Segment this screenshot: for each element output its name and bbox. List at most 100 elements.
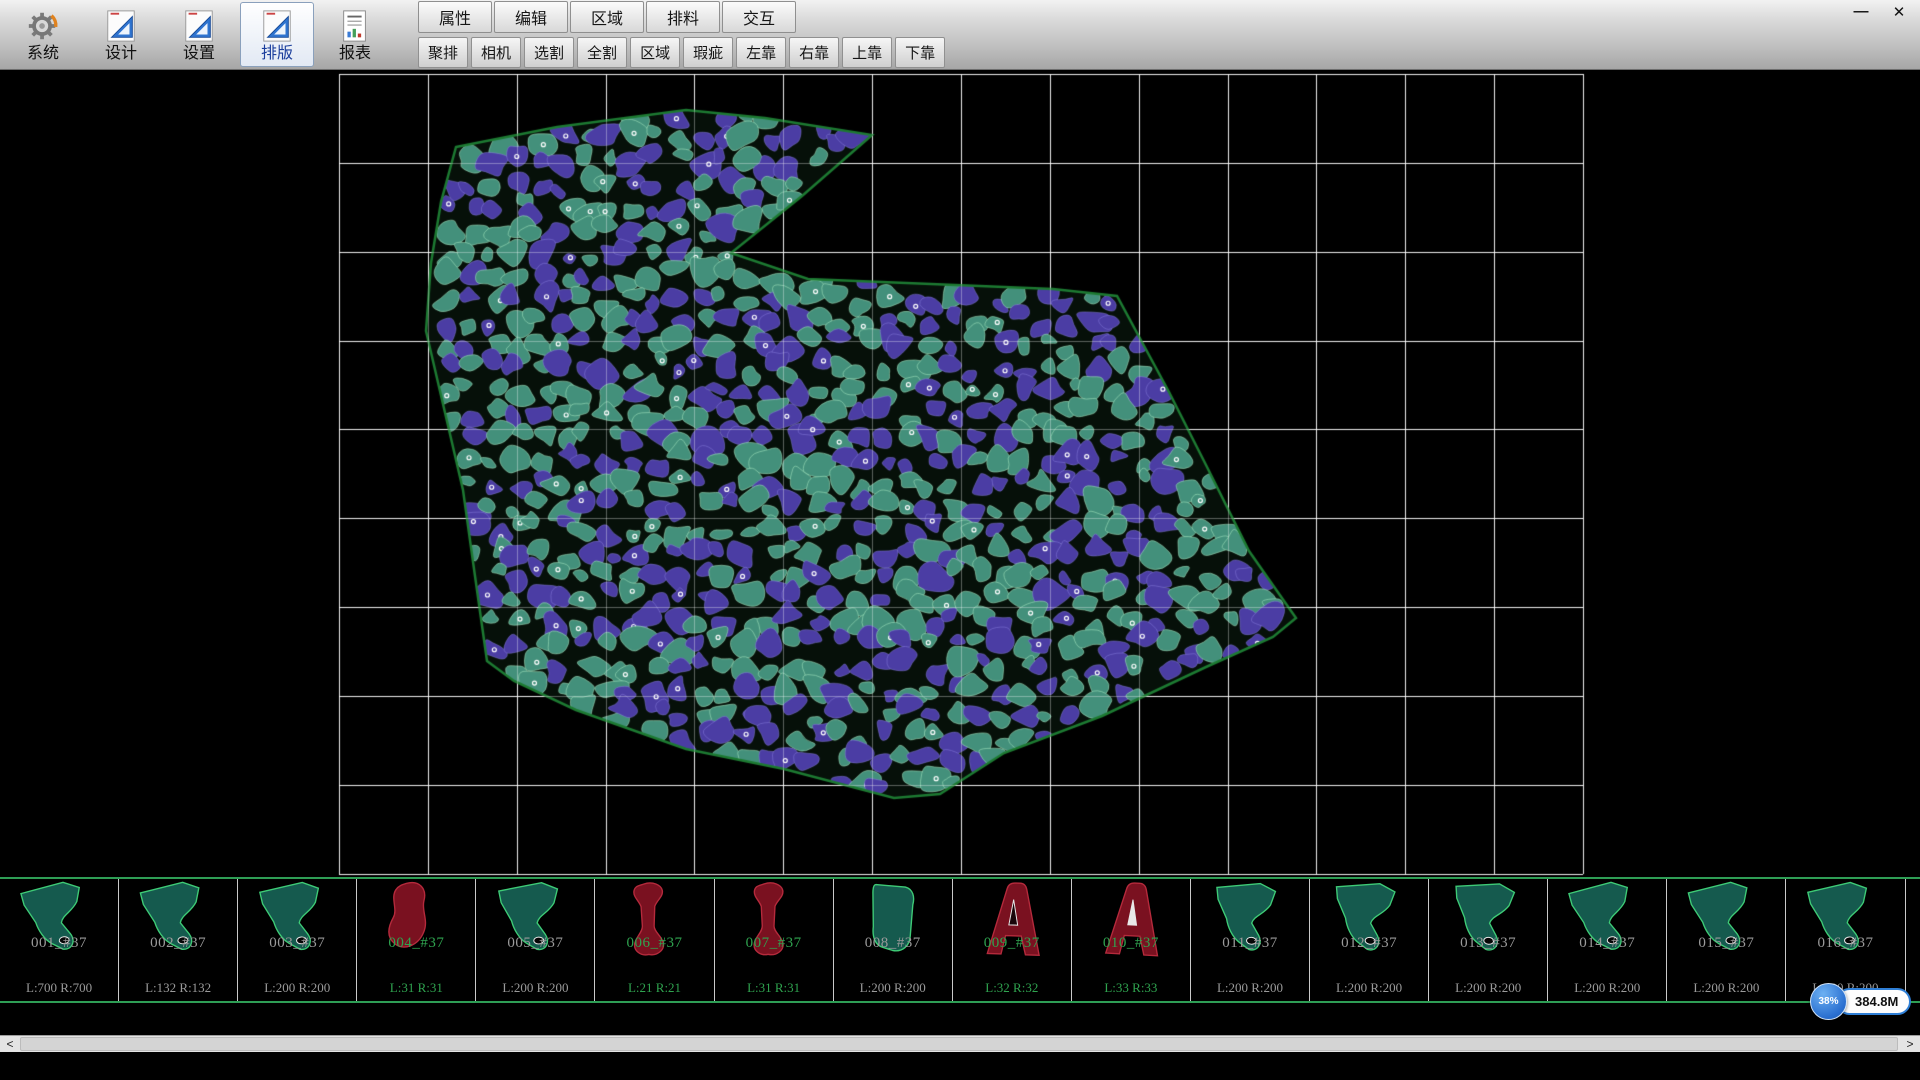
scroll-left-arrow[interactable]: < bbox=[0, 1036, 20, 1052]
piece-name: 009_#37 bbox=[953, 935, 1071, 952]
piece-lr-count: L:200 R:200 bbox=[1310, 980, 1428, 996]
piece-name: 013_#37 bbox=[1429, 935, 1547, 952]
piece-shape bbox=[126, 880, 230, 968]
piece-shape bbox=[1913, 880, 1920, 968]
tool-button-7[interactable]: 右靠 bbox=[789, 37, 839, 68]
horizontal-scrollbar[interactable]: < > bbox=[0, 1035, 1920, 1052]
app-button-label: 系统 bbox=[27, 45, 59, 62]
piece-name: 006_#37 bbox=[595, 935, 713, 952]
piece-shape bbox=[841, 880, 945, 968]
menu-item-1[interactable]: 编辑 bbox=[494, 1, 568, 33]
tool-button-6[interactable]: 左靠 bbox=[736, 37, 786, 68]
tool-button-0[interactable]: 聚排 bbox=[418, 37, 468, 68]
setsquare-icon bbox=[258, 8, 296, 44]
piece-name: 003_#37 bbox=[238, 935, 356, 952]
setsquare-icon bbox=[102, 8, 140, 44]
piece-lr-count: L:200 R:200 bbox=[238, 980, 356, 996]
piece-shape bbox=[364, 880, 468, 968]
piece-name: 002_#37 bbox=[119, 935, 237, 952]
piece-shape bbox=[960, 880, 1064, 968]
app-button-system[interactable]: 系统 bbox=[4, 0, 82, 69]
piece-shape bbox=[245, 880, 349, 968]
piece-shape bbox=[1793, 880, 1897, 968]
app-button-label: 设置 bbox=[183, 45, 215, 62]
piece-shape bbox=[722, 880, 826, 968]
piece-lr-count: L:700 R:700 bbox=[0, 980, 118, 996]
scrollbar-thumb[interactable] bbox=[20, 1037, 1898, 1051]
tool-button-2[interactable]: 选割 bbox=[524, 37, 574, 68]
piece-thumbnail[interactable]: 007_#37 L:31 R:31 bbox=[715, 879, 834, 1001]
piece-thumbnail[interactable]: 004_#37 L:31 R:31 bbox=[357, 879, 476, 1001]
progress-percent: 38% bbox=[1810, 983, 1847, 1020]
piece-thumbnail[interactable]: 013_#37 L:200 R:200 bbox=[1429, 879, 1548, 1001]
piece-thumbnail[interactable]: 006_#37 L:21 R:21 bbox=[595, 879, 714, 1001]
piece-name: 014_#37 bbox=[1548, 935, 1666, 952]
menu-item-0[interactable]: 属性 bbox=[418, 1, 492, 33]
tool-button-8[interactable]: 上靠 bbox=[842, 37, 892, 68]
piece-thumbnail[interactable]: 014_#37 L:200 R:200 bbox=[1548, 879, 1667, 1001]
piece-shape bbox=[602, 880, 706, 968]
minimize-button[interactable]: — bbox=[1850, 3, 1872, 21]
piece-thumbnail[interactable]: 001_#37 L:700 R:700 bbox=[0, 879, 119, 1001]
piece-shape bbox=[7, 880, 111, 968]
nesting-canvas[interactable] bbox=[0, 70, 1920, 877]
piece-shape bbox=[1079, 880, 1183, 968]
tool-bar: 聚排相机选割全割区域瑕疵左靠右靠上靠下靠 bbox=[418, 37, 945, 68]
toolbar: 系统设计设置排版报表 属性编辑区域排料交互 聚排相机选割全割区域瑕疵左靠右靠上靠… bbox=[0, 0, 1920, 70]
scroll-right-arrow[interactable]: > bbox=[1900, 1036, 1920, 1052]
piece-shape bbox=[483, 880, 587, 968]
piece-shape bbox=[1198, 880, 1302, 968]
app-button-design[interactable]: 设计 bbox=[82, 0, 160, 69]
menu-item-3[interactable]: 排料 bbox=[646, 1, 720, 33]
piece-lr-count: L:200 R:200 bbox=[1667, 980, 1785, 996]
menu-item-2[interactable]: 区域 bbox=[570, 1, 644, 33]
piece-thumbnail[interactable]: 003_#37 L:200 R:200 bbox=[238, 879, 357, 1001]
menu-bar: 属性编辑区域排料交互 bbox=[418, 1, 945, 33]
piece-lr-count: L:200 R:200 bbox=[834, 980, 952, 996]
piece-thumbnail[interactable]: 015_#37 L:200 R:200 bbox=[1667, 879, 1786, 1001]
app-launcher-buttons: 系统 设计 设置 排版 报表 bbox=[0, 0, 394, 69]
piece-thumbnail[interactable]: 009_#37 L:32 R:32 bbox=[953, 879, 1072, 1001]
piece-lr-count: L:33 R:33 bbox=[1072, 980, 1190, 996]
tool-button-3[interactable]: 全割 bbox=[577, 37, 627, 68]
piece-lr-count: L:200 R:200 bbox=[476, 980, 594, 996]
piece-name: 008_#37 bbox=[834, 935, 952, 952]
tool-button-5[interactable]: 瑕疵 bbox=[683, 37, 733, 68]
piece-shape bbox=[1317, 880, 1421, 968]
tool-button-4[interactable]: 区域 bbox=[630, 37, 680, 68]
app-button-label: 排版 bbox=[261, 45, 293, 62]
piece-name: 011_#37 bbox=[1191, 935, 1309, 952]
piece-thumbnail[interactable]: 008_#37 L:200 R:200 bbox=[834, 879, 953, 1001]
piece-name: 012_#37 bbox=[1310, 935, 1428, 952]
piece-name: 005_#37 bbox=[476, 935, 594, 952]
piece-name: 016_#37 bbox=[1786, 935, 1904, 952]
piece-name: 004_#37 bbox=[357, 935, 475, 952]
piece-lr-count: L:32 R:32 bbox=[953, 980, 1071, 996]
piece-lr-count: L:200 R:200 bbox=[1429, 980, 1547, 996]
window-controls: — ✕ bbox=[1850, 3, 1910, 21]
piece-thumbnail[interactable]: 012_#37 L:200 R:200 bbox=[1310, 879, 1429, 1001]
piece-shape bbox=[1555, 880, 1659, 968]
menu-item-4[interactable]: 交互 bbox=[722, 1, 796, 33]
piece-name: 001_#37 bbox=[0, 935, 118, 952]
close-button[interactable]: ✕ bbox=[1888, 3, 1910, 21]
piece-thumbnail[interactable]: 002_#37 L:132 R:132 bbox=[119, 879, 238, 1001]
memory-usage: 384.8M bbox=[1836, 988, 1911, 1015]
app-button-label: 设计 bbox=[105, 45, 137, 62]
piece-shape bbox=[1674, 880, 1778, 968]
tool-button-1[interactable]: 相机 bbox=[471, 37, 521, 68]
app-button-layout[interactable]: 排版 bbox=[240, 2, 314, 67]
piece-shape bbox=[1436, 880, 1540, 968]
setsquare-icon bbox=[180, 8, 218, 44]
piece-lr-count: L:132 R:132 bbox=[119, 980, 237, 996]
application-window: 系统设计设置排版报表 属性编辑区域排料交互 聚排相机选割全割区域瑕疵左靠右靠上靠… bbox=[0, 0, 1920, 1080]
piece-thumbnail[interactable]: 011_#37 L:200 R:200 bbox=[1191, 879, 1310, 1001]
piece-thumbnail[interactable]: 010_#37 L:33 R:33 bbox=[1072, 879, 1191, 1001]
app-button-label: 报表 bbox=[339, 45, 371, 62]
piece-thumbnail[interactable]: 005_#37 L:200 R:200 bbox=[476, 879, 595, 1001]
piece-lr-count: L:21 R:21 bbox=[595, 980, 713, 996]
app-button-report[interactable]: 报表 bbox=[316, 0, 394, 69]
app-button-settings[interactable]: 设置 bbox=[160, 0, 238, 69]
piece-lr-count: L:200 R:200 bbox=[1191, 980, 1309, 996]
tool-button-9[interactable]: 下靠 bbox=[895, 37, 945, 68]
